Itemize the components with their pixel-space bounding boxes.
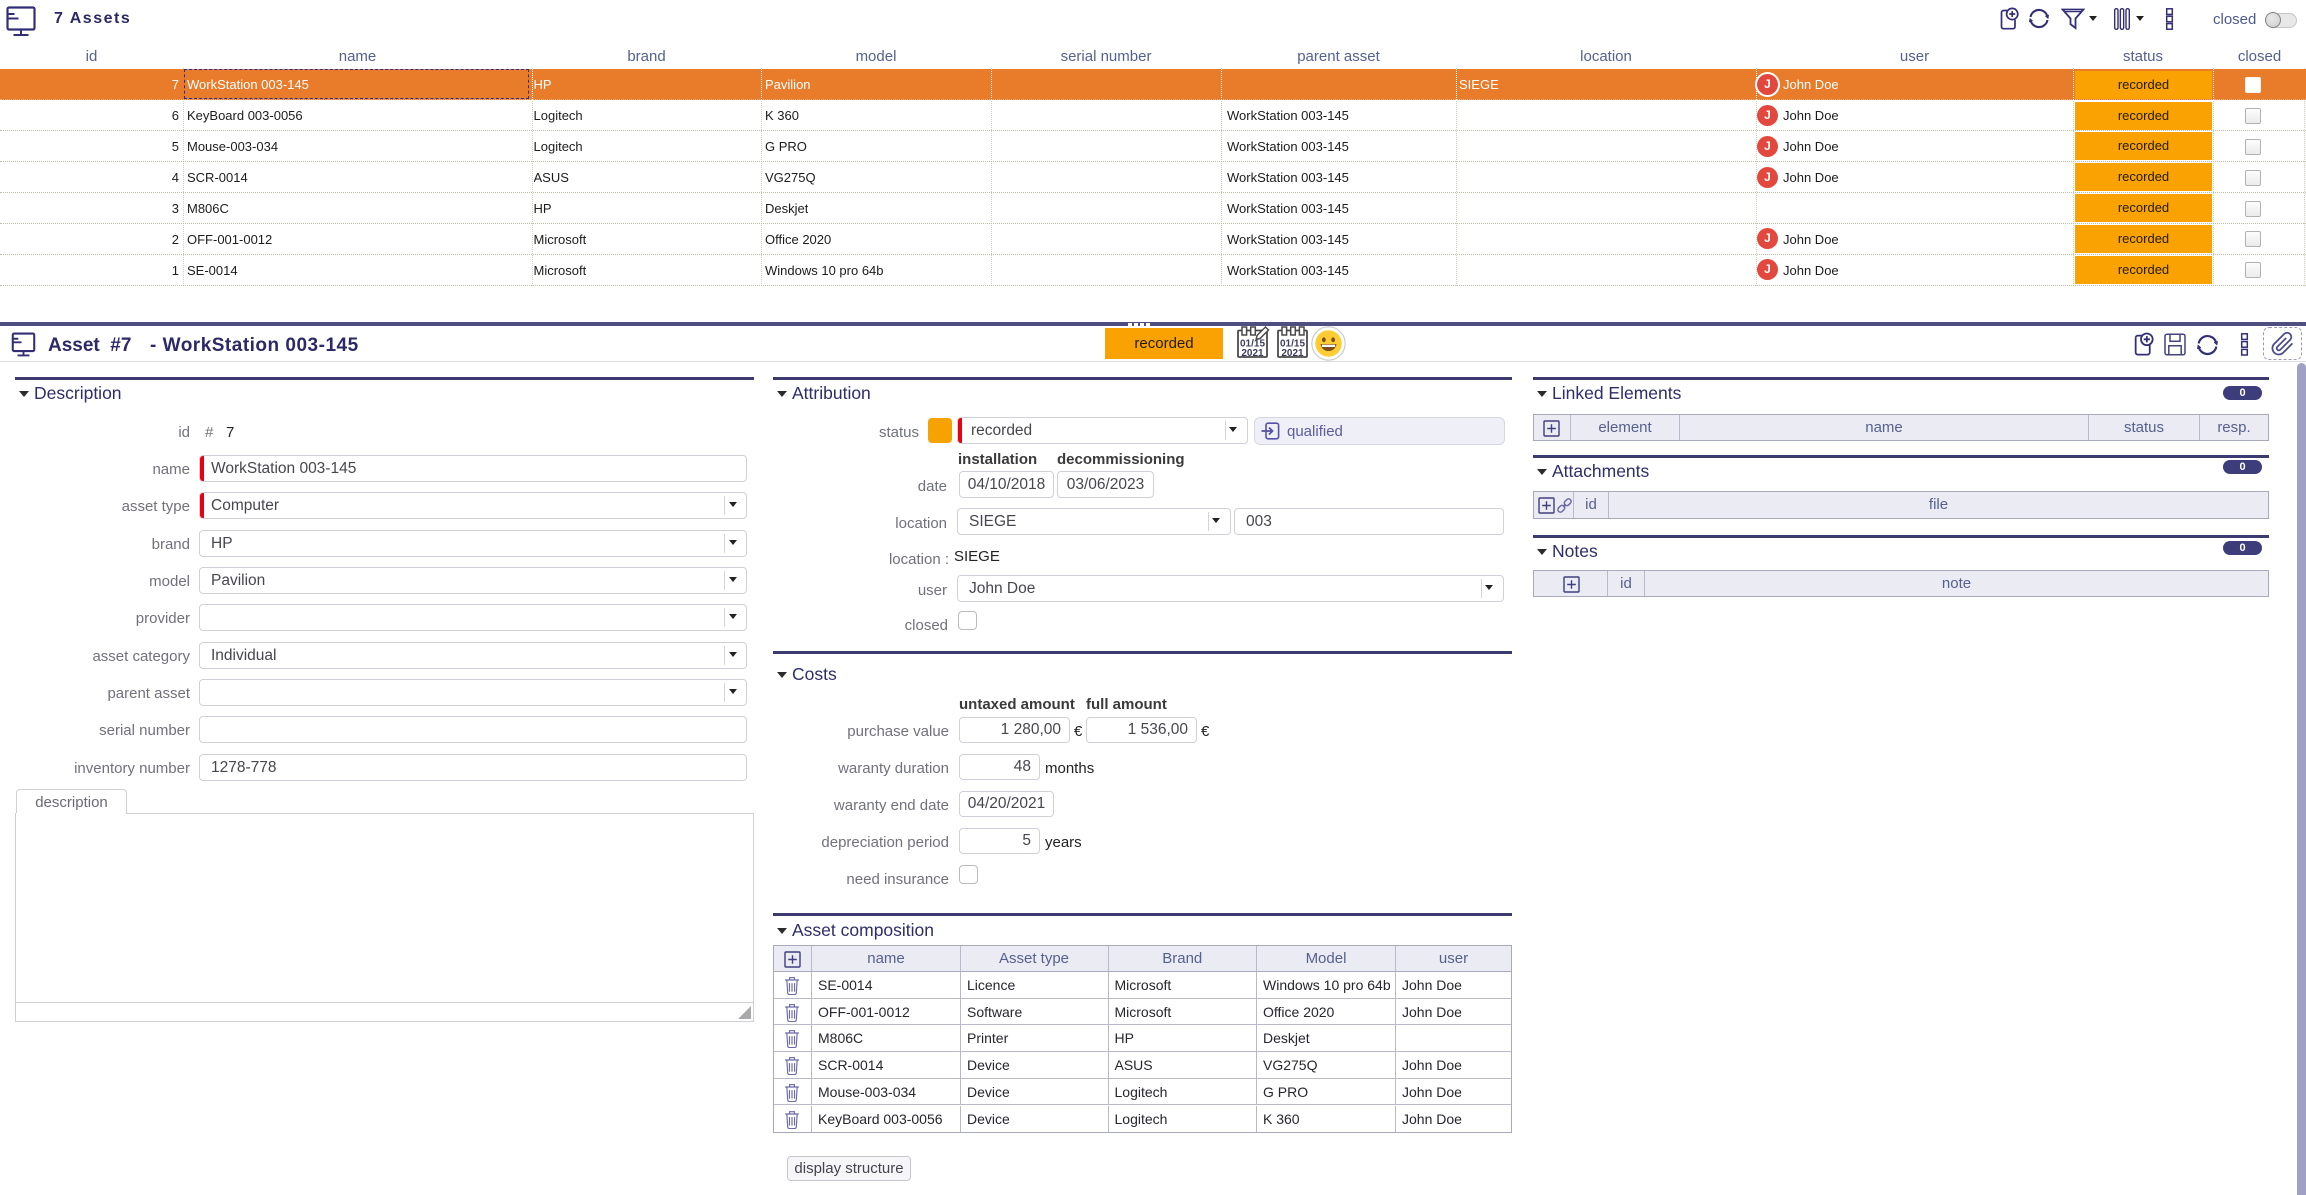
svg-text:2021: 2021 [1281, 348, 1304, 359]
svg-text:2021: 2021 [1241, 348, 1264, 359]
